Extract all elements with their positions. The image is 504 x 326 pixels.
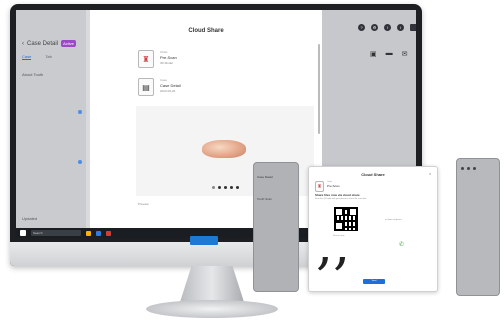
carousel-dot[interactable]	[235, 186, 239, 189]
print-icon[interactable]: ▬	[386, 50, 393, 58]
share-file-item[interactable]: ♜ Order Pre-Scan 3D Model	[138, 50, 177, 68]
gear-icon[interactable]: ⚙	[371, 24, 378, 31]
phone-status-icons	[461, 167, 476, 170]
timeline-dot-icon	[78, 110, 82, 114]
case-detail-title: Case Detail	[27, 40, 59, 47]
dialog-scrollbar[interactable]	[318, 44, 320, 134]
device-share-note: or share via device	[385, 219, 402, 221]
monitor-stand	[180, 266, 244, 302]
file-label: Case	[160, 78, 168, 82]
close-icon[interactable]: ×	[429, 171, 431, 176]
action-bar: ▣ ▬ ✉ ⇪	[370, 50, 416, 58]
phone-secondary	[456, 158, 500, 296]
back-arrow-icon[interactable]: ‹	[22, 41, 24, 47]
carousel-dot[interactable]	[223, 186, 227, 189]
file-name: Pre-Scan	[327, 184, 340, 188]
share-file-item[interactable]: ▤ Case Case Detail 2023-09-26	[138, 78, 181, 96]
carousel-dot[interactable]	[211, 186, 215, 189]
alert-icon[interactable]: !	[384, 24, 391, 31]
file-name: Pre-Scan	[160, 55, 177, 60]
tab-secondary[interactable]: Tab	[45, 54, 51, 60]
share-description: Scan the QR code with your phone to shar…	[315, 198, 367, 200]
file-sub: 2023-09-26	[160, 89, 176, 93]
phone-title: Case Detail	[257, 175, 273, 179]
phone-case-detail: Case Detail Tooth Scan	[253, 162, 299, 292]
mail-icon[interactable]: ✉	[402, 50, 408, 58]
share-heading: Share files now via cloud share	[315, 193, 360, 197]
case-tabs: Case Tab	[22, 54, 52, 60]
wifi-icon	[467, 167, 470, 170]
phone-subtitle: Tooth Scan	[257, 197, 273, 201]
file-label: Order	[327, 181, 333, 183]
send-button[interactable]: Send	[363, 279, 385, 284]
window-toolbar: ? ⚙ ! i	[358, 24, 416, 31]
tab-case[interactable]: Case	[22, 54, 32, 60]
minimize-icon[interactable]	[410, 24, 416, 31]
file-sub: 3D Model	[160, 61, 173, 65]
browser-icon[interactable]	[96, 230, 101, 236]
qr-finder	[349, 208, 357, 216]
case-detail-pane: ‹ Case Detail Active Case Tab About Toot…	[16, 10, 86, 238]
monitor-logo	[190, 236, 218, 245]
carousel-dot[interactable]	[229, 186, 233, 189]
case-footer: Updated	[22, 216, 38, 221]
case-detail-header: ‹ Case Detail Active	[22, 40, 76, 47]
file-name: Case Detail	[160, 83, 181, 88]
taskbar-search[interactable]: Search	[31, 230, 81, 236]
battery-icon	[473, 167, 476, 170]
tablet-file-item[interactable]: ♜ Order Pre-Scan	[315, 181, 340, 192]
timeline-dot-icon	[78, 160, 82, 164]
dental-model-image	[202, 140, 246, 158]
signal-icon	[461, 167, 464, 170]
export-icon[interactable]: ▣	[370, 50, 377, 58]
carousel-dot[interactable]	[217, 186, 221, 189]
windows-start-icon[interactable]	[20, 230, 26, 236]
case-file-icon: ▤	[138, 78, 154, 96]
help-icon[interactable]: ?	[358, 24, 365, 31]
quote-decoration-icon: ,,	[316, 213, 351, 276]
monitor-base	[146, 300, 278, 318]
status-badge: Active	[61, 40, 76, 47]
dialog-title: Cloud Share	[188, 28, 224, 34]
info-icon[interactable]: i	[397, 24, 404, 31]
tooth-file-icon: ♜	[315, 181, 324, 192]
folder-icon[interactable]	[86, 230, 91, 236]
tablet-title: Cloud Share	[361, 172, 385, 177]
case-subheading: About Tooth	[22, 72, 44, 77]
preview-caption: Preview	[138, 202, 149, 206]
app-icon[interactable]	[106, 230, 111, 236]
tooth-file-icon: ♜	[138, 50, 154, 68]
bluetooth-icon[interactable]: ✆	[399, 241, 404, 248]
file-label: Order	[160, 50, 168, 54]
